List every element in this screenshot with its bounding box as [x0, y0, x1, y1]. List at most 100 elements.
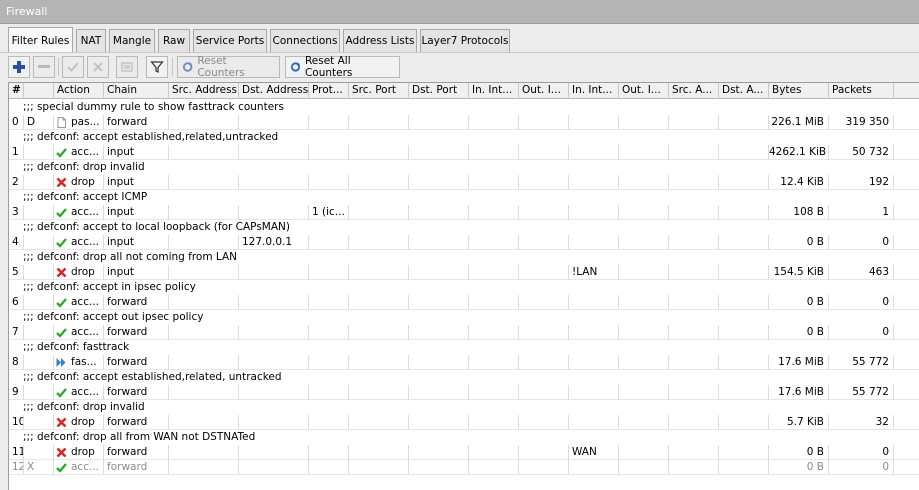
rule-dst-address-list [719, 235, 769, 250]
disable-button[interactable] [87, 56, 109, 78]
rule-out-interface [519, 265, 569, 280]
rule-in-interface-list [569, 175, 619, 190]
rule-comment-row[interactable]: ;;; defconf: fasttrack [9, 340, 919, 355]
rule-comment-row[interactable]: ;;; defconf: drop all from WAN not DSTNA… [9, 430, 919, 445]
toolbar-separator [172, 58, 173, 76]
column-header-action[interactable]: Action [54, 83, 104, 98]
tab-filter-rules[interactable]: Filter Rules [8, 27, 73, 53]
rule-row[interactable]: 7 acc... forward 0 B0 [9, 325, 919, 340]
rule-dst-port [409, 325, 469, 340]
column-header-chain[interactable]: Chain [104, 83, 169, 98]
column-header-dst-port[interactable]: Dst. Port [409, 83, 469, 98]
rule-comment-text: ;;; defconf: accept out ipsec policy [23, 311, 204, 323]
column-header-dst-address-list[interactable]: Dst. A... [719, 83, 769, 98]
reset-icon [290, 62, 301, 72]
tab-service-ports[interactable]: Service Ports [193, 29, 267, 52]
tab-raw[interactable]: Raw [158, 29, 190, 52]
column-header-in-interface[interactable]: In. Int... [469, 83, 519, 98]
column-header-src-address-list[interactable]: Src. A... [669, 83, 719, 98]
rule-number: 5 [9, 265, 24, 280]
rule-chain: forward [104, 355, 169, 370]
rule-row[interactable]: 9 acc... forward 17.6 MiB 55 772 [9, 385, 919, 400]
rule-comment-row[interactable]: ;;; defconf: accept established,related,… [9, 370, 919, 385]
rule-number: 9 [9, 385, 24, 400]
rule-dst-address [239, 460, 309, 475]
rule-row[interactable]: 1 acc... input 4262.1 KiB 50 732 [9, 145, 919, 160]
rule-comment-row[interactable]: ;;; defconf: drop all not coming from LA… [9, 250, 919, 265]
rule-src-address-list [669, 235, 719, 250]
rule-row[interactable]: 5 drop input !LAN 154.5 KiB 463 [9, 265, 919, 280]
column-header-in-interface-list[interactable]: In. Int... [569, 83, 619, 98]
tab-address-lists[interactable]: Address Lists [343, 29, 417, 52]
rule-chain: forward [104, 445, 169, 460]
rule-action: drop [54, 175, 104, 190]
column-header-protocol[interactable]: Prot... [309, 83, 349, 98]
rule-in-interface [469, 295, 519, 310]
drop-icon [56, 417, 67, 428]
rule-dst-address-list [719, 415, 769, 430]
rule-src-port [349, 355, 409, 370]
rule-dst-address [239, 445, 309, 460]
rule-out-interface-list [619, 325, 669, 340]
rule-dst-port [409, 295, 469, 310]
rule-comment-row[interactable]: ;;; defconf: accept ICMP [9, 190, 919, 205]
rule-flag: D [24, 115, 54, 130]
rule-protocol [309, 265, 349, 280]
rule-comment-row[interactable]: ;;; defconf: accept established,related,… [9, 130, 919, 145]
tab-nat[interactable]: NAT [76, 29, 106, 52]
rule-comment-row[interactable]: ;;; special dummy rule to show fasttrack… [9, 100, 919, 115]
column-header-bytes[interactable]: Bytes [769, 83, 829, 98]
rule-dst-address-list [719, 295, 769, 310]
accept-icon [56, 297, 67, 308]
rule-row[interactable]: 3 acc... input 1 (ic... 108 B1 [9, 205, 919, 220]
rule-dst-port [409, 265, 469, 280]
rule-action-label: acc... [71, 236, 99, 248]
tab-layer7-protocols[interactable]: Layer7 Protocols [420, 29, 510, 52]
rule-in-interface-list: WAN [569, 445, 619, 460]
tab-mangle[interactable]: Mangle [109, 29, 155, 52]
column-header-packets[interactable]: Packets [829, 83, 894, 98]
column-header-flags[interactable] [24, 83, 54, 98]
tab-connections[interactable]: Connections [270, 29, 340, 52]
rule-row[interactable]: 0 Dpas... forward 226.1 MiB 319 350 [9, 115, 919, 130]
rule-action: acc... [54, 385, 104, 400]
column-header-dst-address[interactable]: Dst. Address [239, 83, 309, 98]
rule-row[interactable]: 10 drop forward 5.7 KiB32 [9, 415, 919, 430]
enable-button[interactable] [62, 56, 84, 78]
rule-in-interface [469, 460, 519, 475]
column-header-src-address[interactable]: Src. Address [169, 83, 239, 98]
rule-comment-row[interactable]: ;;; defconf: accept in ipsec policy [9, 280, 919, 295]
rule-dst-address-list [719, 325, 769, 340]
rule-protocol: 1 (ic... [309, 205, 349, 220]
rule-row[interactable]: 4 acc... input 127.0.0.1 0 B0 [9, 235, 919, 250]
rule-comment-row[interactable]: ;;; defconf: accept to local loopback (f… [9, 220, 919, 235]
rule-out-interface-list [619, 205, 669, 220]
passthrough-icon [56, 117, 67, 128]
rule-row[interactable]: 8 fas... forward 17.6 MiB 55 772 [9, 355, 919, 370]
rule-row[interactable]: 11 drop forward WAN 0 B0 [9, 445, 919, 460]
remove-button[interactable] [33, 56, 55, 78]
filter-button[interactable] [146, 56, 168, 78]
rule-out-interface-list [619, 235, 669, 250]
rule-action: drop [54, 445, 104, 460]
rule-in-interface [469, 415, 519, 430]
reset-all-counters-button[interactable]: Reset All Counters [285, 55, 400, 79]
column-header-out-interface-list[interactable]: Out. I... [619, 83, 669, 98]
rule-comment-text: ;;; defconf: accept to local loopback (f… [23, 221, 290, 233]
rule-comment-row[interactable]: ;;; defconf: drop invalid [9, 160, 919, 175]
rule-comment-row[interactable]: ;;; defconf: accept out ipsec policy [9, 310, 919, 325]
reset-counters-button[interactable]: Reset Counters [177, 55, 280, 79]
rule-src-address [169, 205, 239, 220]
add-button[interactable] [8, 56, 30, 78]
rule-row[interactable]: 2 drop input 12.4 KiB 192 [9, 175, 919, 190]
column-header-number[interactable]: # [9, 83, 24, 98]
column-header-out-interface[interactable]: Out. I... [519, 83, 569, 98]
rule-comment-text: ;;; defconf: drop all not coming from LA… [23, 251, 238, 263]
rule-comment-row[interactable]: ;;; defconf: drop invalid [9, 400, 919, 415]
rule-row[interactable]: 12Xacc... forward 0 B0 [9, 460, 919, 475]
rule-comment-text: ;;; defconf: accept ICMP [23, 191, 148, 203]
rule-row[interactable]: 6 acc... forward 0 B0 [9, 295, 919, 310]
rule-src-port [349, 235, 409, 250]
column-header-src-port[interactable]: Src. Port [349, 83, 409, 98]
comment-button[interactable] [116, 56, 138, 78]
